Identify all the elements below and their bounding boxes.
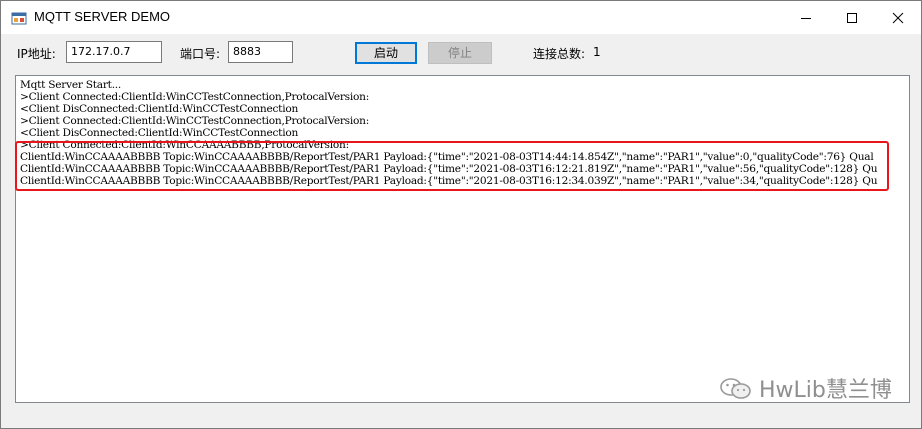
window-title: MQTT SERVER DEMO (34, 9, 171, 24)
log-line: >Client Connected:ClientId:WinCCTestConn… (20, 91, 370, 103)
minimize-button[interactable] (783, 1, 829, 34)
connections-label: 连接总数: (533, 47, 586, 61)
ip-label: IP地址: (17, 47, 56, 61)
connections-count: 1 (593, 45, 601, 59)
maximize-button[interactable] (829, 1, 875, 34)
ip-input[interactable]: 172.17.0.7 (66, 41, 162, 63)
port-input[interactable]: 8883 (228, 41, 293, 63)
watermark-text: HwLib慧兰博 (759, 378, 892, 403)
start-button[interactable]: 启动 (355, 42, 417, 64)
close-icon (892, 12, 904, 24)
app-window-icon (11, 12, 27, 25)
maximize-icon (847, 13, 857, 23)
minimize-icon (801, 18, 811, 19)
close-button[interactable] (875, 1, 921, 34)
log-line: <Client DisConnected:ClientId:WinCCTestC… (20, 127, 299, 139)
log-line: Mqtt Server Start... (20, 79, 122, 91)
app-window: MQTT SERVER DEMO IP地址: 172.17.0.7 端口号: 8… (0, 0, 922, 429)
log-textbox[interactable]: Mqtt Server Start... >Client Connected:C… (15, 75, 910, 403)
log-line: >Client Connected:ClientId:WinCCTestConn… (20, 115, 370, 127)
stop-button[interactable]: 停止 (428, 42, 492, 64)
wechat-icon (720, 378, 751, 399)
port-label: 端口号: (180, 47, 221, 61)
title-bar[interactable]: MQTT SERVER DEMO (1, 1, 921, 34)
highlight-box (15, 141, 889, 191)
log-line: <Client DisConnected:ClientId:WinCCTestC… (20, 103, 299, 115)
